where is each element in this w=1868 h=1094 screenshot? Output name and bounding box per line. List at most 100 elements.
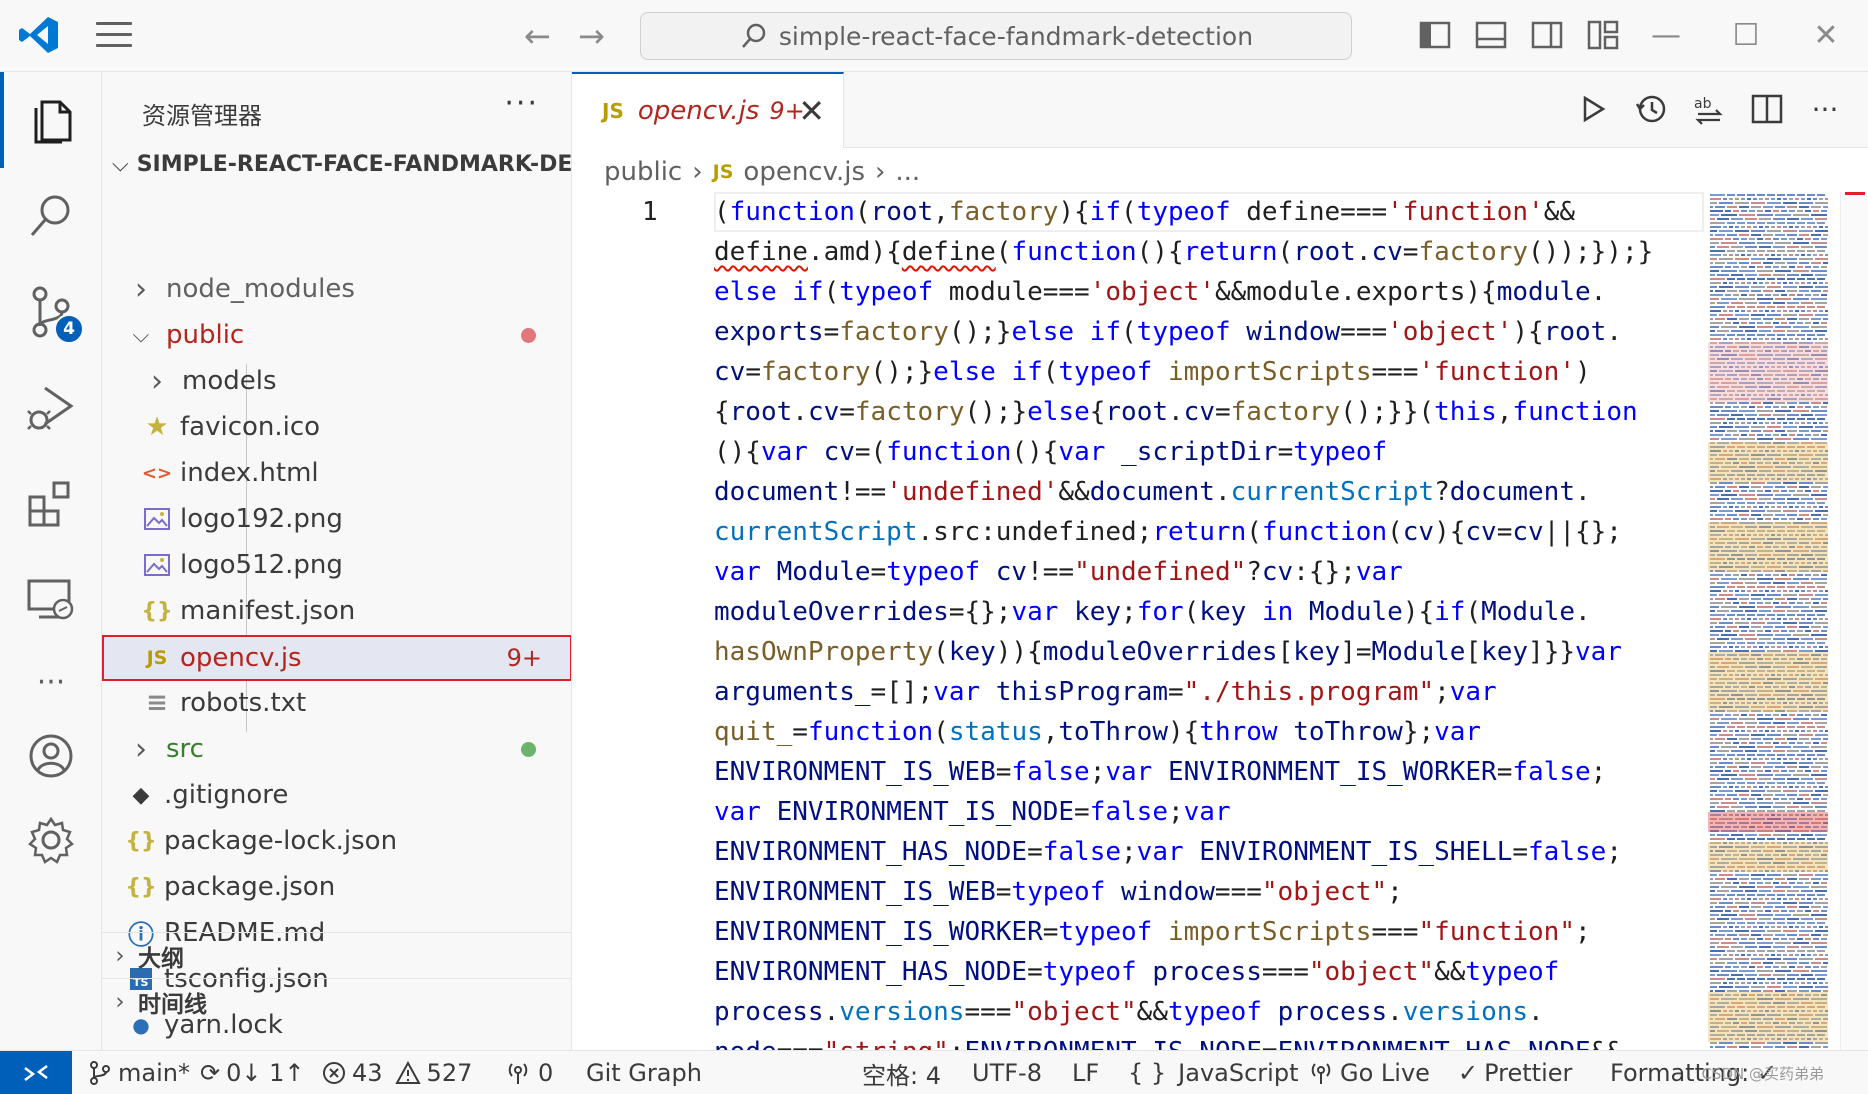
- tree-item-logo512-png[interactable]: logo512.png: [102, 542, 571, 588]
- minimap-line: [1787, 626, 1797, 628]
- tree-item-manifest-json[interactable]: {} manifest.json: [102, 588, 571, 634]
- tree-item-package-json[interactable]: {} package.json: [102, 864, 571, 910]
- minimap-line: [1799, 958, 1813, 960]
- explorer-activity[interactable]: [0, 72, 102, 168]
- minimap-line: [1797, 950, 1805, 952]
- minimap-line: [1710, 938, 1723, 940]
- minimap-line: [1751, 790, 1765, 792]
- toggle-primary-sidebar-icon[interactable]: [1418, 18, 1452, 52]
- tree-item-robots-txt[interactable]: ≡ robots.txt: [102, 680, 571, 726]
- toggle-panel-icon[interactable]: [1474, 18, 1508, 52]
- minimap-line: [1763, 1046, 1773, 1048]
- minimap-line: [1727, 810, 1735, 812]
- tree-item-index-html[interactable]: <> index.html: [102, 450, 571, 496]
- tab-opencv-js[interactable]: JS opencv.js 9+ ✕: [572, 72, 844, 148]
- minimap-line: [1741, 226, 1745, 228]
- close-window-button[interactable]: ✕: [1806, 18, 1846, 54]
- forward-arrow-icon[interactable]: →: [578, 18, 605, 54]
- minimap-line: [1823, 486, 1828, 488]
- explorer-more-icon[interactable]: ···: [504, 86, 539, 121]
- minimap-line: [1795, 254, 1799, 256]
- minimap-line: [1775, 802, 1791, 804]
- menu-icon[interactable]: [96, 22, 132, 50]
- tree-item-logo192-png[interactable]: logo192.png: [102, 496, 571, 542]
- minimap-line: [1777, 726, 1785, 728]
- tree-item-opencv-js[interactable]: JS opencv.js 9+: [102, 635, 571, 681]
- tree-item-models[interactable]: › models: [102, 358, 571, 404]
- minimap-line: [1787, 306, 1795, 308]
- minimap-line: [1727, 306, 1735, 308]
- close-tab-icon[interactable]: ✕: [798, 92, 825, 130]
- tree-item-label: models: [182, 366, 277, 396]
- go-live-status[interactable]: Go Live: [1308, 1051, 1430, 1094]
- back-arrow-icon[interactable]: ←: [524, 18, 551, 54]
- language-status[interactable]: { } JavaScript: [1128, 1051, 1298, 1094]
- outline-section[interactable]: › 大纲: [102, 932, 571, 978]
- code-content[interactable]: (function(root,factory){if(typeof define…: [714, 192, 1708, 1050]
- minimap-line: [1717, 834, 1729, 836]
- minimap-line: [1767, 258, 1781, 260]
- minimap-line: [1735, 510, 1749, 512]
- ports-status[interactable]: 0: [504, 1051, 553, 1094]
- minimap-line: [1815, 610, 1827, 612]
- tree-item-public[interactable]: ⌵ public: [102, 312, 571, 358]
- minimap-line: [1757, 642, 1765, 644]
- run-debug-activity[interactable]: [0, 360, 102, 456]
- sync-status[interactable]: ⟳ 0↓ 1↑: [200, 1051, 305, 1094]
- run-file-icon[interactable]: [1574, 90, 1612, 128]
- prettier-status[interactable]: ✓ Prettier: [1458, 1051, 1572, 1094]
- tree-item-node-modules[interactable]: › node_modules: [102, 266, 571, 312]
- minimap-line: [1757, 238, 1763, 240]
- command-center-search[interactable]: simple-react-face-fandmark-detection: [640, 12, 1352, 60]
- git-graph-status[interactable]: Git Graph: [586, 1051, 702, 1094]
- maximize-button[interactable]: ☐: [1726, 18, 1766, 54]
- indentation-status[interactable]: 空格: 4: [862, 1051, 941, 1094]
- breadcrumb-folder[interactable]: public: [604, 157, 682, 187]
- root-folder[interactable]: ⌵ SIMPLE-REACT-FACE-FANDMARK-DE...: [112, 152, 571, 177]
- timeline-history-icon[interactable]: [1632, 90, 1670, 128]
- timeline-section[interactable]: › 时间线: [102, 978, 571, 1024]
- search-activity[interactable]: [0, 168, 102, 264]
- minimap-line: [1710, 610, 1715, 612]
- toggle-secondary-sidebar-icon[interactable]: [1530, 18, 1564, 52]
- vscode-logo-icon[interactable]: [18, 14, 60, 56]
- minimap-line: [1819, 254, 1823, 256]
- minimap-line: [1801, 722, 1813, 724]
- settings-activity[interactable]: [0, 792, 102, 888]
- tree-item-src[interactable]: › src: [102, 726, 571, 772]
- accounts-activity[interactable]: [0, 708, 102, 804]
- minimap-line: [1745, 218, 1757, 220]
- encoding-status[interactable]: UTF-8: [972, 1051, 1042, 1094]
- minimap-line: [1789, 618, 1793, 620]
- minimap-line: [1813, 602, 1819, 604]
- minimap-line: [1715, 794, 1725, 796]
- minimap-line: [1751, 290, 1761, 292]
- minimap-line: [1807, 590, 1811, 592]
- minimize-button[interactable]: —: [1646, 18, 1686, 54]
- minimap-line: [1741, 310, 1745, 312]
- vertical-scrollbar[interactable]: [1840, 192, 1868, 1050]
- breadcrumb-symbols[interactable]: ...: [895, 157, 920, 187]
- problems-status[interactable]: 43 527: [322, 1051, 472, 1094]
- code-editor[interactable]: 1 (function(root,factory){if(typeof defi…: [572, 192, 1708, 1050]
- minimap-line: [1757, 586, 1765, 588]
- breadcrumb-file[interactable]: opencv.js: [743, 157, 865, 187]
- branch-status[interactable]: main*: [88, 1051, 190, 1094]
- source-control-activity[interactable]: 4: [0, 264, 102, 360]
- extensions-activity[interactable]: [0, 456, 102, 552]
- eol-status[interactable]: LF: [1072, 1051, 1099, 1094]
- minimap-line: [1723, 898, 1727, 900]
- tree-item-favicon-ico[interactable]: ★ favicon.ico: [102, 404, 571, 450]
- editor-more-icon[interactable]: ···: [1806, 90, 1844, 128]
- remote-indicator[interactable]: [0, 1051, 72, 1094]
- minimap-line: [1747, 894, 1755, 896]
- minimap[interactable]: [1708, 192, 1838, 1050]
- minimap-line: [1727, 318, 1737, 320]
- customize-layout-icon[interactable]: [1586, 18, 1620, 52]
- compare-changes-icon[interactable]: ab: [1690, 90, 1728, 128]
- split-editor-icon[interactable]: [1748, 90, 1786, 128]
- tree-item-gitignore[interactable]: ◆ .gitignore: [102, 772, 571, 818]
- minimap-line: [1815, 638, 1827, 640]
- tree-item-package-lock-json[interactable]: {} package-lock.json: [102, 818, 571, 864]
- minimap-line: [1710, 810, 1725, 812]
